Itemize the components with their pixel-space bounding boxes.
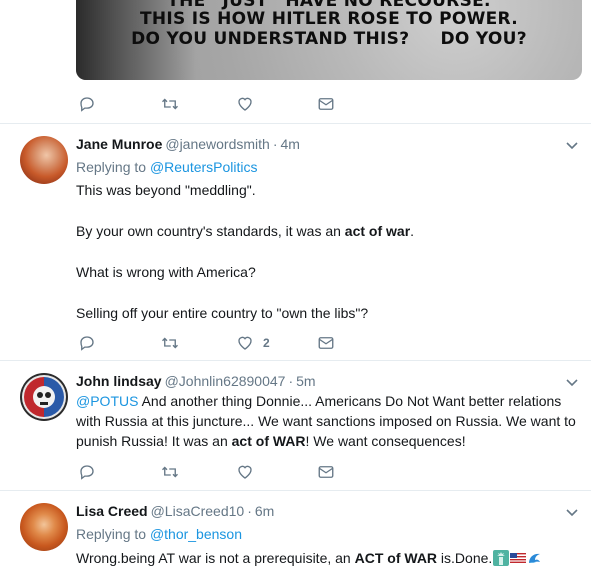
heart-icon [238,336,252,350]
username[interactable]: @Johnlin62890047 [165,373,286,389]
reply-target-link[interactable]: @thor_benson [150,526,242,542]
mention-link[interactable]: @POTUS [76,393,138,409]
reply-icon [80,336,94,351]
like-button[interactable] [236,94,254,114]
timestamp[interactable]: 6m [255,503,274,519]
reply-button[interactable] [78,462,96,482]
tweet-text: @POTUS And another thing Donnie... Ameri… [76,391,576,451]
direct-message-button[interactable] [317,333,335,353]
chevron-down-icon[interactable] [565,375,579,389]
display-name[interactable]: Lisa Creed [76,503,148,519]
heart-icon [238,465,252,479]
reply-button[interactable] [78,94,96,114]
tweet-paragraph: By your own country's standards, it was … [76,223,415,239]
heart-icon [238,97,252,111]
replying-label: Replying to [76,526,147,542]
username[interactable]: @LisaCreed10 [151,503,245,519]
retweet-icon [162,466,178,478]
tweet-actions: 2 [76,333,346,355]
statue-of-liberty-icon [493,550,510,566]
envelope-icon [318,98,334,110]
separator-dot: · [288,373,294,389]
tweet-partial: THE “JUST” HAVE NO RECOURSE. THIS IS HOW… [0,0,591,124]
water-wave-icon [529,553,541,563]
separator-dot: · [247,503,252,519]
direct-message-button[interactable] [317,462,335,482]
retweet-button[interactable] [161,333,179,353]
direct-message-button[interactable] [317,94,335,114]
display-name[interactable]: Jane Munroe [76,136,162,152]
tweet-actions [76,94,346,116]
tweet-header: Jane Munroe @janewordsmith · 4m [76,135,300,153]
tweet-paragraph: @POTUS And another thing Donnie... Ameri… [76,393,576,449]
chevron-down-icon[interactable] [565,505,579,519]
replying-label: Replying to [76,159,147,175]
tweet-paragraph: Wrong.being AT war is not a prerequisite… [76,548,576,568]
tweet-actions [76,462,346,484]
tweet-text: This was beyond "meddling". By your own … [76,180,576,323]
reply-icon [80,97,94,112]
like-button[interactable] [236,462,254,482]
like-button[interactable]: 2 [236,333,270,353]
replying-to: Replying to @ReutersPolitics [76,158,258,176]
avatar[interactable] [20,136,68,184]
tweet[interactable]: John lindsay @Johnlin62890047 · 5m @POTUS A… [0,361,591,491]
tweet-paragraph: What is wrong with America? [76,264,256,280]
retweet-button[interactable] [161,94,179,114]
username[interactable]: @janewordsmith [165,136,269,152]
reply-icon [80,465,94,480]
retweet-button[interactable] [161,462,179,482]
meme-text-line: DO YOU UNDERSTAND THIS? DO YOU? [131,29,527,49]
like-count: 2 [263,336,270,350]
retweet-icon [162,337,178,349]
skull-logo-icon [22,375,66,419]
separator-dot: · [272,136,278,152]
envelope-icon [318,337,334,349]
us-flag-icon [510,553,527,563]
replying-to: Replying to @thor_benson [76,525,242,543]
tweet[interactable]: Lisa Creed @LisaCreed10 · 6m Replying to @t… [0,491,591,581]
timestamp[interactable]: 5m [296,373,315,389]
envelope-icon [318,466,334,478]
tweet[interactable]: Jane Munroe @janewordsmith · 4m Replying to… [0,124,591,361]
tweet-header: John lindsay @Johnlin62890047 · 5m [76,372,316,390]
tweet-paragraph: This was beyond "meddling". [76,182,256,198]
retweet-icon [162,98,178,110]
tweet-media-image[interactable]: THE “JUST” HAVE NO RECOURSE. THIS IS HOW… [76,0,582,80]
reply-target-link[interactable]: @ReutersPolitics [150,159,258,175]
avatar[interactable] [20,503,68,551]
avatar[interactable] [20,373,68,421]
tweet-header: Lisa Creed @LisaCreed10 · 6m [76,502,274,520]
display-name[interactable]: John lindsay [76,373,162,389]
reply-button[interactable] [78,333,96,353]
tweet-text: Wrong.being AT war is not a prerequisite… [76,548,576,568]
meme-text-line: THIS IS HOW HITLER ROSE TO POWER. [139,9,519,29]
tweet-paragraph: Selling off your entire country to "own … [76,305,369,321]
timestamp[interactable]: 4m [281,136,300,152]
chevron-down-icon[interactable] [565,138,579,152]
